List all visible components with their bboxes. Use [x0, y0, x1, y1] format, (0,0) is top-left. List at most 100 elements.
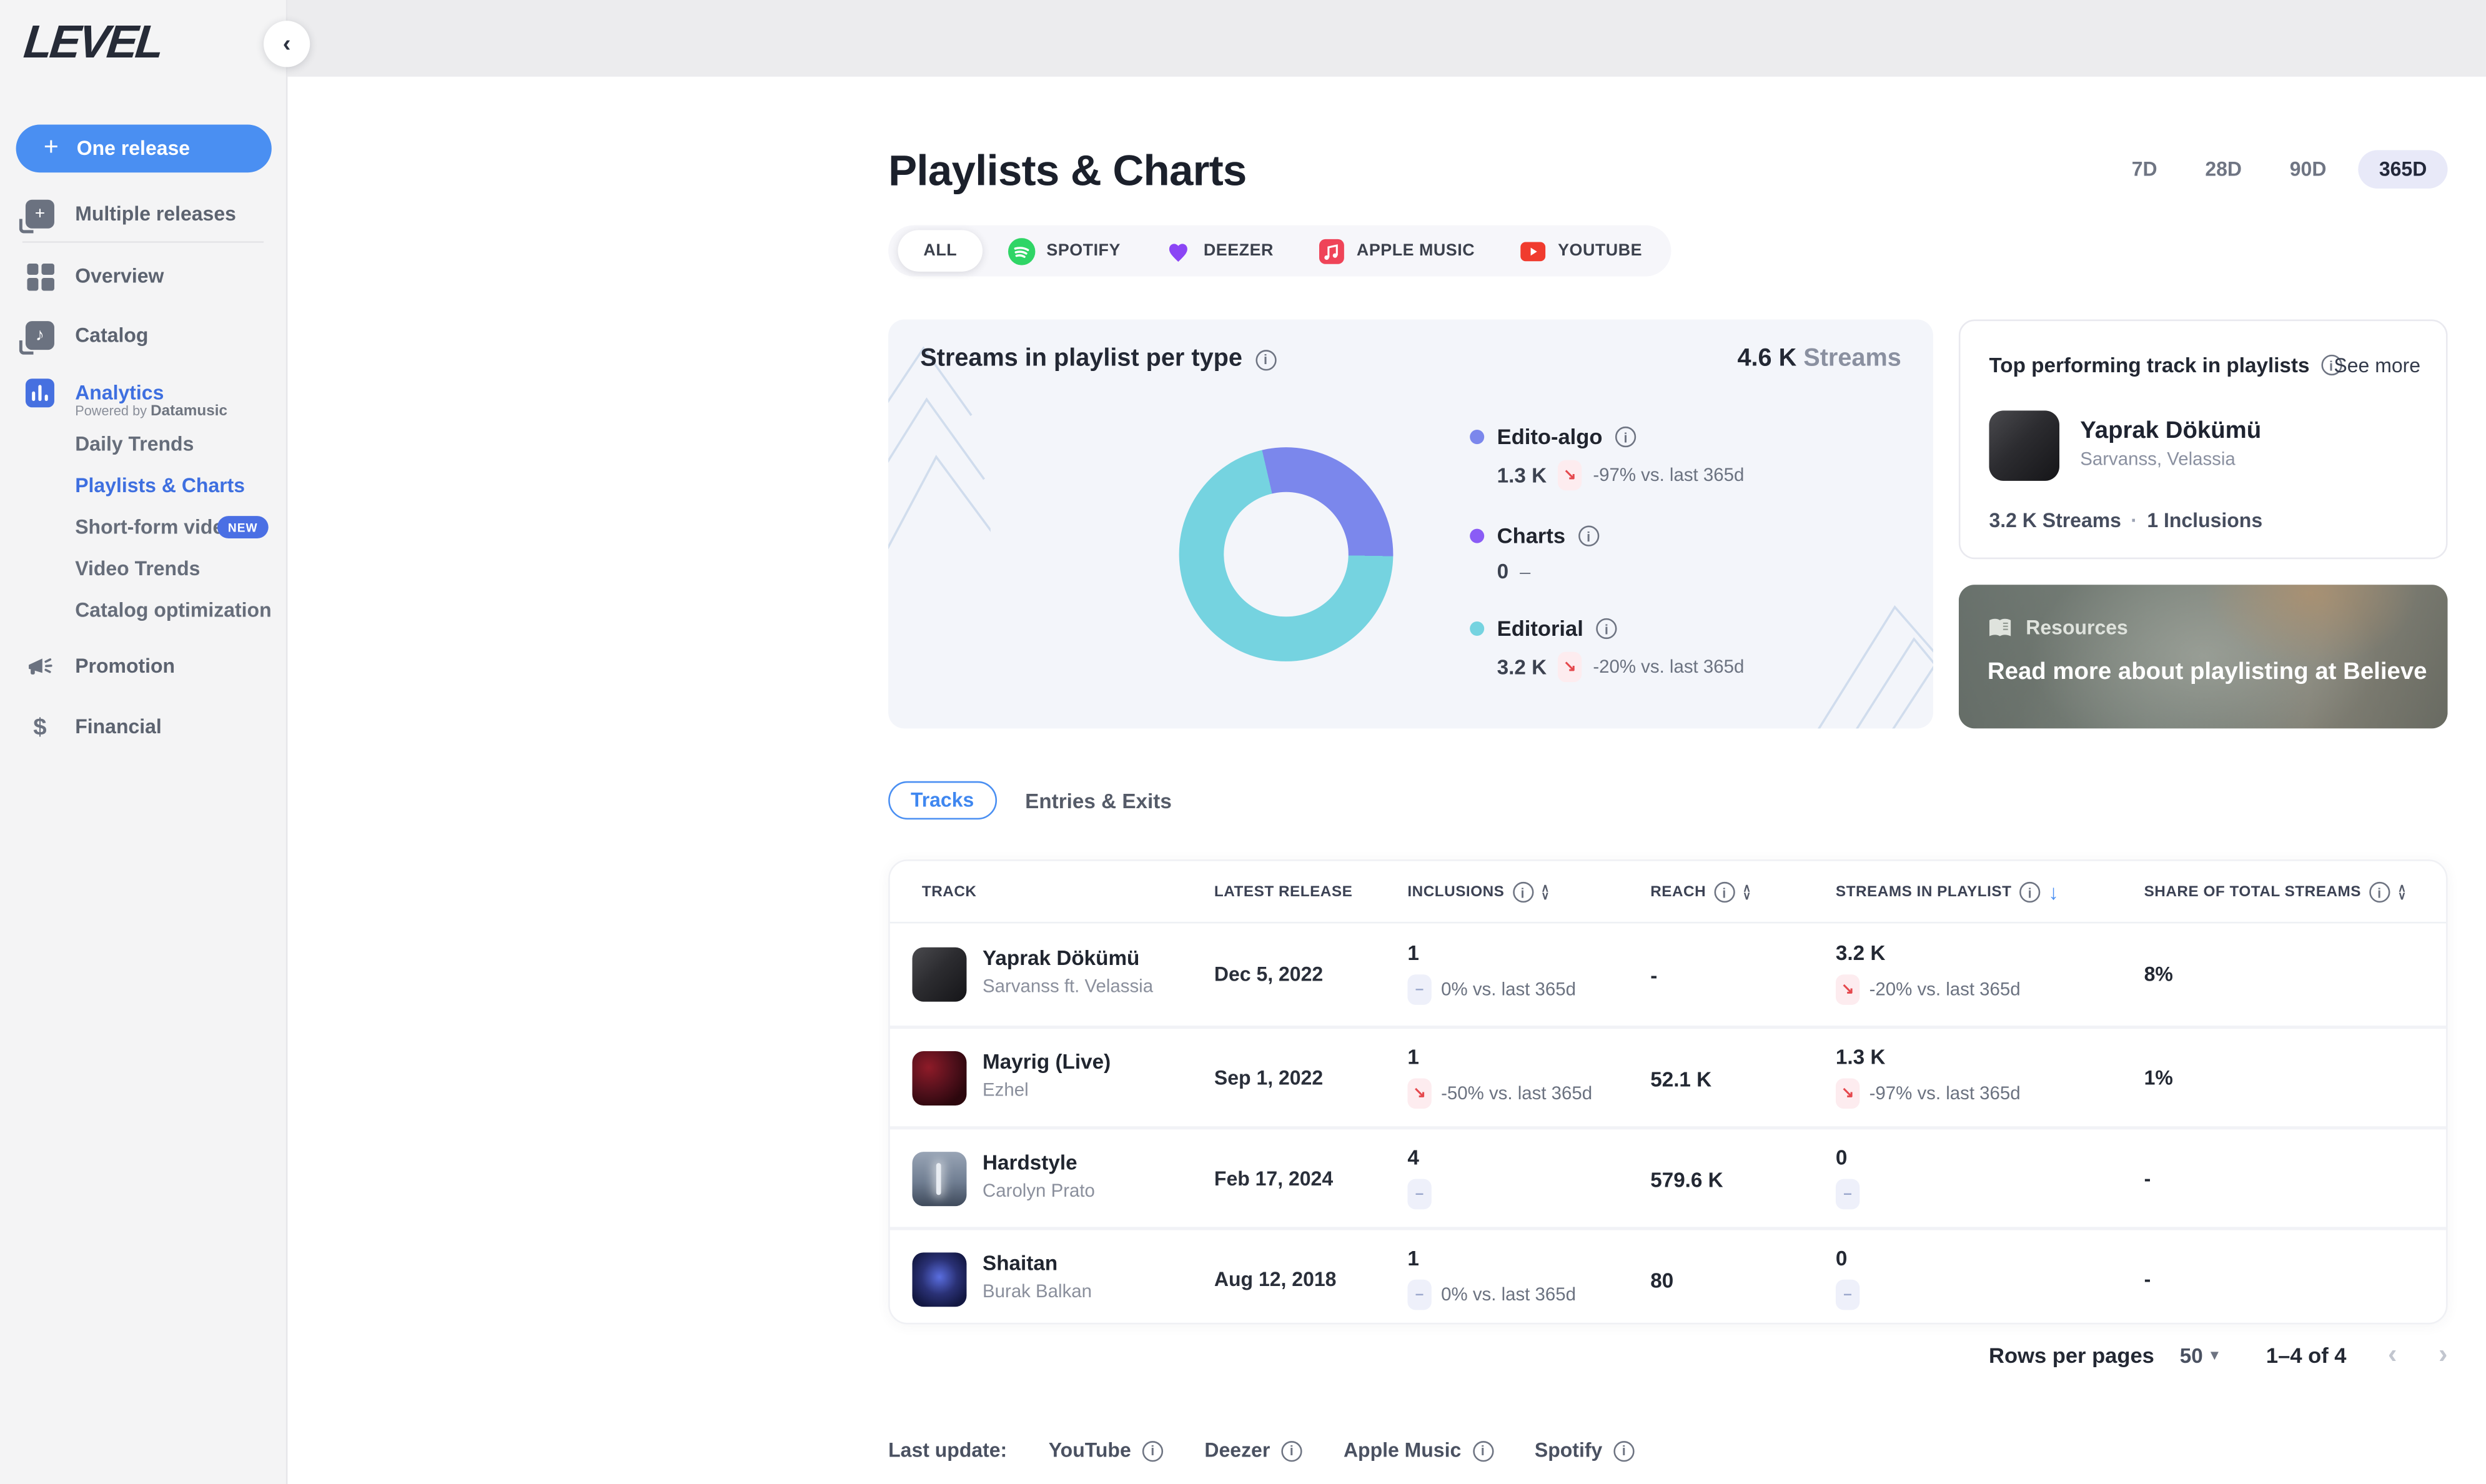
trend-down-icon — [1407, 1079, 1431, 1109]
period-90d[interactable]: 90D — [2274, 150, 2342, 188]
info-icon[interactable]: i — [1613, 1440, 1634, 1461]
last-update-bar: Last update: YouTubei Deezeri Apple Musi… — [888, 1440, 1634, 1462]
resources-title: Read more about playlisting at Believe — [1988, 658, 2427, 685]
sidebar-collapse-button[interactable]: ‹ — [264, 21, 310, 67]
tab-entries-exits[interactable]: Entries & Exits — [1025, 788, 1172, 812]
period-7d[interactable]: 7D — [2116, 150, 2173, 188]
track-artist: Burak Balkan — [983, 1283, 1092, 1302]
table-row[interactable]: Hardstyle Carolyn Prato Feb 17, 2024 4 5… — [890, 1126, 2446, 1227]
top-performing-track-card: Top performing track in playlists i See … — [1959, 320, 2448, 560]
share-value: - — [2144, 1269, 2151, 1291]
page-title: Playlists & Charts — [888, 147, 1246, 196]
trend-flat-icon — [1836, 1179, 1860, 1210]
track-artwork — [913, 1051, 967, 1106]
table-row[interactable]: Yaprak Dökümü Sarvanss ft. Velassia Dec … — [890, 925, 2446, 1026]
platform-apple-music[interactable]: APPLE MUSIC — [1296, 225, 1497, 277]
sidebar-item-playlists-charts[interactable]: Playlists & Charts — [75, 475, 245, 497]
resources-banner[interactable]: Resources Read more about playlisting at… — [1959, 585, 2448, 728]
sidebar-item-video-trends[interactable]: Video Trends — [75, 558, 200, 580]
table-row[interactable]: Shaitan Burak Balkan Aug 12, 2018 1 0% v… — [890, 1227, 2446, 1327]
sort-desc-icon[interactable]: ↓ — [2048, 880, 2059, 904]
catalog-icon: ♪ — [24, 320, 56, 352]
chart-total: 4.6 K Streams — [1737, 345, 1901, 373]
info-icon[interactable]: i — [2019, 882, 2040, 903]
info-icon[interactable]: i — [1142, 1440, 1163, 1461]
table-row[interactable]: Mayrig (Live) Ezhel Sep 1, 2022 1 -50% v… — [890, 1026, 2446, 1126]
see-more-link[interactable]: See more — [2334, 355, 2420, 377]
pagination: Rows per pages 50▾ 1–4 of 4 ‹ › — [1989, 1338, 2447, 1370]
top-track-title: Top performing track in playlists i — [1989, 353, 2341, 377]
info-icon[interactable]: i — [1615, 427, 1636, 447]
dollar-icon: $ — [24, 711, 56, 743]
one-release-button[interactable]: + One release — [16, 125, 272, 173]
next-page-button[interactable]: › — [2439, 1338, 2448, 1370]
platform-deezer[interactable]: DEEZER — [1143, 225, 1296, 277]
analytics-icon — [24, 377, 56, 409]
latest-release: Aug 12, 2018 — [1214, 1269, 1337, 1291]
trend-down-icon — [1836, 974, 1860, 1005]
spotify-icon — [1008, 237, 1035, 264]
previous-page-button[interactable]: ‹ — [2388, 1338, 2397, 1370]
info-icon[interactable]: i — [1472, 1440, 1493, 1461]
rows-per-page-select[interactable]: 50▾ — [2180, 1343, 2218, 1367]
legend-dot — [1470, 529, 1484, 543]
sidebar-item-catalog[interactable]: ♪ Catalog — [0, 315, 287, 357]
track-title: Hardstyle — [983, 1150, 1077, 1174]
platform-filter: ALL SPOTIFY DEEZER APPLE MUSIC YOUTUBE — [888, 225, 1671, 277]
latest-release: Sep 1, 2022 — [1214, 1067, 1323, 1090]
streams-per-type-card: Streams in playlist per type i 4.6 K Str… — [888, 320, 1933, 729]
sidebar-item-multiple-releases[interactable]: + Multiple releases — [0, 193, 287, 235]
reach-value: 579.6 K — [1650, 1168, 1723, 1192]
no-change-dash: – — [1520, 560, 1530, 583]
reach-value: 80 — [1650, 1269, 1673, 1292]
legend-dot — [1470, 430, 1484, 444]
platform-all[interactable]: ALL — [898, 230, 983, 272]
column-header-track: TRACK — [922, 861, 977, 924]
period-28d[interactable]: 28D — [2189, 150, 2258, 188]
info-icon[interactable]: i — [1255, 349, 1275, 370]
inclusions-value: 4 — [1407, 1145, 1419, 1169]
tab-tracks[interactable]: Tracks — [888, 781, 996, 819]
sidebar-item-overview[interactable]: Overview — [0, 255, 287, 297]
sort-icon[interactable]: ∧∨ — [2398, 884, 2407, 901]
track-title: Mayrig (Live) — [983, 1049, 1111, 1073]
chevron-down-icon: ▾ — [2211, 1346, 2219, 1363]
page-range: 1–4 of 4 — [2266, 1343, 2347, 1367]
latest-release: Feb 17, 2024 — [1214, 1168, 1333, 1190]
platform-spotify[interactable]: SPOTIFY — [986, 225, 1143, 277]
info-icon[interactable]: i — [1578, 526, 1599, 547]
decorative-lines-right — [1799, 495, 1933, 728]
info-icon[interactable]: i — [2369, 882, 2390, 903]
trend-down-icon — [1836, 1079, 1860, 1109]
plus-icon: + — [38, 134, 64, 163]
info-icon[interactable]: i — [1281, 1440, 1302, 1461]
reach-value: - — [1650, 963, 1657, 987]
column-header-inclusions: INCLUSIONS i ∧∨ — [1407, 861, 1549, 924]
track-artwork — [913, 947, 967, 1002]
sidebar-item-catalog-optimization[interactable]: Catalog optimization — [75, 599, 271, 621]
info-icon[interactable]: i — [1512, 882, 1533, 903]
info-icon[interactable]: i — [1596, 618, 1617, 639]
track-title: Yaprak Dökümü — [983, 946, 1139, 969]
youtube-icon — [1520, 237, 1547, 264]
sidebar-item-promotion[interactable]: Promotion — [0, 645, 287, 687]
info-icon[interactable]: i — [1714, 882, 1735, 903]
track-artist: Carolyn Prato — [983, 1182, 1095, 1202]
track-artist: Sarvanss ft. Velassia — [983, 977, 1153, 997]
book-icon — [1988, 616, 2013, 639]
megaphone-icon — [24, 650, 56, 682]
share-value: 1% — [2144, 1067, 2173, 1090]
share-value: 8% — [2144, 963, 2173, 986]
multiple-releases-icon: + — [24, 198, 56, 230]
sidebar-item-financial[interactable]: $ Financial — [0, 706, 287, 748]
period-365d[interactable]: 365D — [2359, 150, 2448, 188]
platform-youtube[interactable]: YOUTUBE — [1497, 225, 1665, 277]
donut-chart — [1179, 447, 1394, 661]
chart-title: Streams in playlist per type i — [920, 345, 1275, 373]
trend-flat-icon — [1407, 1179, 1431, 1210]
sort-icon[interactable]: ∧∨ — [1541, 884, 1550, 901]
sidebar-item-daily-trends[interactable]: Daily Trends — [75, 433, 194, 455]
trend-flat-icon — [1407, 1280, 1431, 1310]
last-update-apple-music: Apple Musici — [1344, 1440, 1493, 1462]
sort-icon[interactable]: ∧∨ — [1743, 884, 1751, 901]
